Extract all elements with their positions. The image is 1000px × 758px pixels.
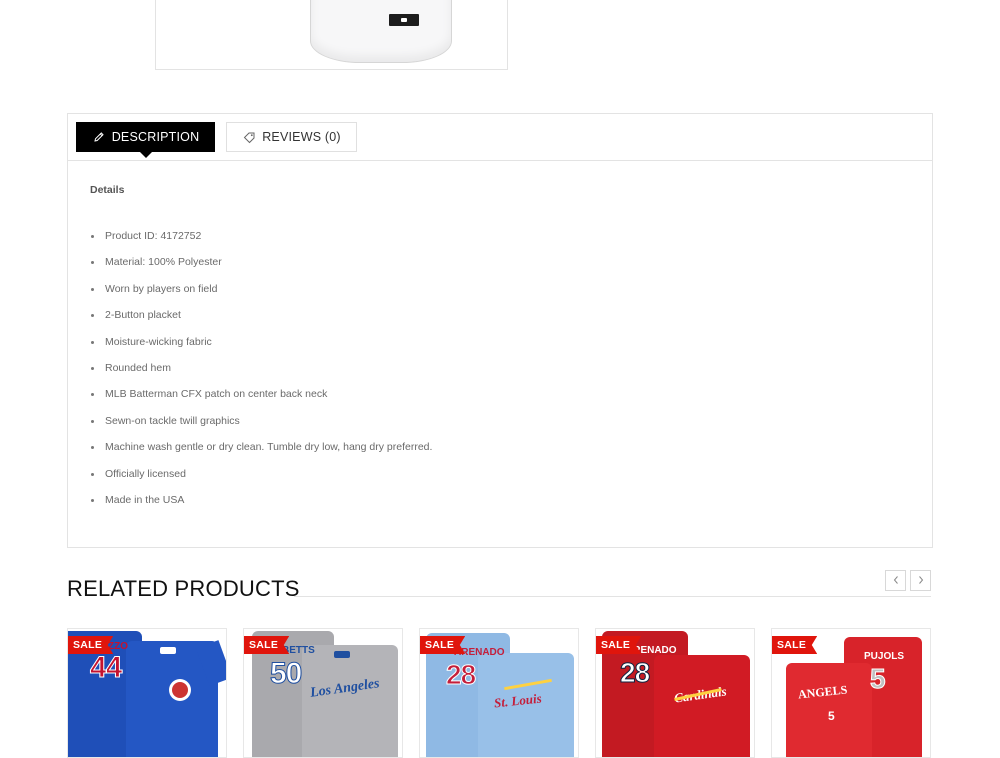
tab-description-label: DESCRIPTION xyxy=(111,130,200,144)
product-card[interactable]: SALE ARENADO 28 St. Louis xyxy=(419,628,579,758)
related-products-heading: RELATED PRODUCTS xyxy=(67,576,300,601)
sale-badge: SALE xyxy=(420,636,466,654)
jersey-number: 50 xyxy=(269,657,302,691)
sale-badge: SALE xyxy=(244,636,290,654)
tab-bar: DESCRIPTION REVIEWS (0) xyxy=(68,114,932,161)
tab-reviews[interactable]: REVIEWS (0) xyxy=(226,122,357,152)
product-main-image[interactable] xyxy=(155,0,508,70)
details-heading: Details xyxy=(90,184,125,196)
product-card[interactable]: SALE ARENADO 28 Cardinals xyxy=(595,628,755,758)
list-item: MLB Batterman CFX patch on center back n… xyxy=(90,388,890,414)
carousel-prev-button[interactable] xyxy=(885,570,906,591)
list-item: 2-Button placket xyxy=(90,309,890,335)
sale-badge: SALE xyxy=(596,636,642,654)
pencil-icon xyxy=(92,130,106,144)
details-list: Product ID: 4172752 Material: 100% Polye… xyxy=(90,230,890,520)
list-item: Sewn-on tackle twill graphics xyxy=(90,415,890,441)
list-item: Made in the USA xyxy=(90,494,890,520)
product-tabs-panel: DESCRIPTION REVIEWS (0) Details Product … xyxy=(67,113,933,548)
sale-badge: SALE xyxy=(68,636,114,654)
carousel-next-button[interactable] xyxy=(910,570,931,591)
list-item: Product ID: 4172752 xyxy=(90,230,890,256)
tab-reviews-label: REVIEWS (0) xyxy=(262,130,341,144)
chevron-right-icon xyxy=(917,572,925,590)
heading-divider xyxy=(294,596,931,597)
jersey-image xyxy=(310,0,452,63)
jersey-number: 44 xyxy=(89,651,122,685)
list-item: Material: 100% Polyester xyxy=(90,256,890,282)
sale-badge: SALE xyxy=(772,636,818,654)
list-item: Worn by players on field xyxy=(90,283,890,309)
chevron-left-icon xyxy=(892,572,900,590)
jersey-back-name: PUJOLS xyxy=(864,651,905,662)
list-item: Rounded hem xyxy=(90,362,890,388)
jersey-number: 28 xyxy=(445,659,476,691)
tag-icon xyxy=(242,130,256,144)
tab-description[interactable]: DESCRIPTION xyxy=(76,122,215,158)
list-item: Officially licensed xyxy=(90,468,890,494)
list-item: Moisture-wicking fabric xyxy=(90,336,890,362)
jersey-tag xyxy=(389,14,419,26)
jersey-number: 28 xyxy=(619,657,650,689)
product-card[interactable]: SALE BETTS 50 Los Angeles xyxy=(243,628,403,758)
product-card[interactable]: SALE PUJOLS 5 ANGELS 5 xyxy=(771,628,931,758)
jersey-number: 5 xyxy=(870,663,887,695)
list-item: Machine wash gentle or dry clean. Tumble… xyxy=(90,441,890,467)
product-card[interactable]: SALE RIZZO 44 xyxy=(67,628,227,758)
